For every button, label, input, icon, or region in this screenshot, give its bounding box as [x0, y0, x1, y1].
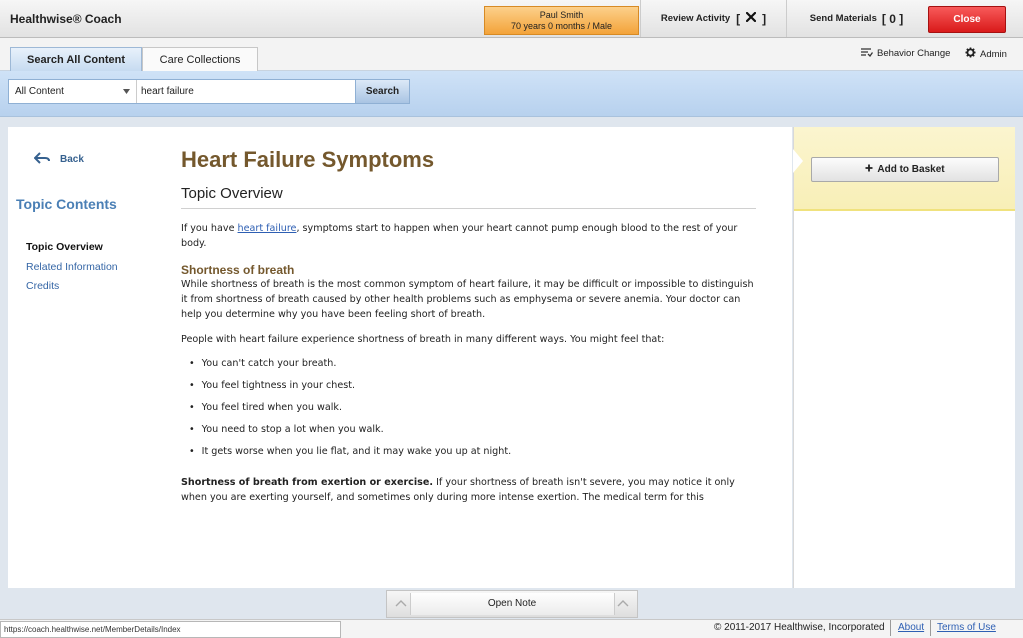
plus-icon [865, 164, 873, 175]
search-bar: All Content heart failure Search [0, 71, 1023, 117]
patient-details: 70 years 0 months / Male [510, 21, 613, 31]
basket-panel: Add to Basket [793, 127, 1016, 211]
paragraph-3: Shortness of breath from exertion or exe… [181, 475, 756, 505]
open-note-bar[interactable]: Open Note [386, 590, 638, 618]
copyright-text: © 2011-2017 Healthwise, Incorporated [714, 622, 885, 633]
terms-of-use-link[interactable]: Terms of Use [937, 622, 996, 633]
about-link[interactable]: About [898, 622, 924, 633]
footer-divider [930, 620, 931, 636]
content-scope-value: All Content [15, 86, 64, 97]
add-to-basket-button[interactable]: Add to Basket [811, 157, 999, 182]
footer-divider [890, 620, 891, 636]
list-item: You feel tired when you walk. [189, 397, 756, 419]
section-title: Topic Overview [181, 185, 756, 209]
search-form: All Content heart failure Search [8, 79, 410, 104]
review-activity-button[interactable]: Review Activity [ ] [640, 0, 786, 37]
list-item: You can't catch your breath. [189, 353, 756, 375]
right-panel: Add to Basket [793, 127, 1016, 588]
review-activity-label: Review Activity [660, 13, 731, 24]
patient-name: Paul Smith [539, 10, 584, 20]
back-label: Back [60, 154, 84, 165]
app-title: Healthwise® Coach [10, 12, 122, 26]
chevron-up-icon [617, 599, 629, 610]
x-icon [746, 11, 757, 25]
content-scope-select[interactable]: All Content [9, 80, 137, 103]
panel-notch [793, 149, 803, 173]
status-url: https://coach.healthwise.net/MemberDetai… [0, 621, 341, 638]
admin-label: Admin [980, 48, 1007, 60]
heart-failure-link[interactable]: heart failure [238, 223, 297, 234]
checklist-icon [860, 47, 874, 60]
behavior-change-link[interactable]: Behavior Change [860, 47, 950, 60]
close-button[interactable]: Close [928, 6, 1006, 33]
list-item: You need to stop a lot when you walk. [189, 419, 756, 441]
tab-search-all-content[interactable]: Search All Content [10, 47, 142, 72]
intro-paragraph: If you have heart failure, symptoms star… [181, 221, 756, 251]
page-scrollbar[interactable] [1015, 127, 1023, 588]
toc-item-topic-overview[interactable]: Topic Overview [26, 241, 103, 253]
review-bracket-close: ] [762, 11, 767, 26]
article-title: Heart Failure Symptoms [181, 147, 435, 172]
back-arrow-icon [33, 152, 50, 167]
symptom-list: You can't catch your breath. You feel ti… [189, 353, 756, 463]
send-materials-count: [ 0 ] [881, 11, 904, 26]
behavior-change-label: Behavior Change [877, 48, 951, 59]
list-item: It gets worse when you lie flat, and it … [189, 441, 756, 463]
patient-info-button[interactable]: Paul Smith 70 years 0 months / Male [484, 6, 639, 35]
search-button[interactable]: Search [355, 80, 409, 103]
tab-care-collections[interactable]: Care Collections [142, 47, 258, 72]
send-materials-label: Send Materials [809, 13, 877, 24]
paragraph-2: People with heart failure experience sho… [181, 334, 665, 345]
topic-contents-heading: Topic Contents [16, 196, 117, 212]
add-to-basket-label: Add to Basket [877, 164, 945, 175]
paragraph-3-bold: Shortness of breath from exertion or exe… [181, 477, 434, 488]
dropdown-arrow-icon [123, 86, 130, 97]
list-item: You feel tightness in your chest. [189, 375, 756, 397]
admin-link[interactable]: Admin [965, 47, 1007, 61]
search-input[interactable]: heart failure [137, 80, 355, 103]
gear-icon [965, 47, 976, 61]
open-note-label: Open Note [409, 593, 615, 615]
subheading-shortness-of-breath: Shortness of breath [181, 263, 295, 277]
toc-item-related-information[interactable]: Related Information [26, 261, 118, 273]
send-materials-button[interactable]: Send Materials [ 0 ] [786, 0, 926, 37]
article: Heart Failure Symptoms Topic Overview If… [181, 147, 756, 505]
intro-text-start: If you have [181, 223, 238, 234]
toc-item-credits[interactable]: Credits [26, 280, 59, 292]
main-content: Back Topic Contents Topic Overview Relat… [8, 127, 792, 588]
paragraph-1: While shortness of breath is the most co… [181, 279, 754, 320]
back-link[interactable]: Back [33, 152, 84, 167]
review-bracket-open: [ [736, 11, 741, 26]
app-header: Healthwise® Coach Paul Smith 70 years 0 … [0, 0, 1023, 38]
chevron-up-icon [395, 599, 407, 610]
